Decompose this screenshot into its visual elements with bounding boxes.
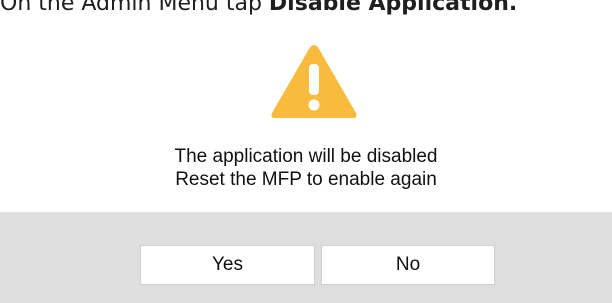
message-line-2: Reset the MFP to enable again (175, 169, 437, 190)
yes-button[interactable]: Yes (140, 245, 315, 285)
warning-triangle-icon (271, 45, 357, 118)
no-button[interactable]: No (321, 245, 495, 285)
disable-application-dialog: The application will be disabled Reset t… (0, 22, 612, 303)
instruction-prefix: On the Admin Menu tap (0, 0, 269, 16)
dialog-message: The application will be disabled Reset t… (0, 145, 612, 191)
dialog-footer: Yes No (0, 212, 612, 303)
message-line-1: The application will be disabled (174, 146, 438, 167)
instruction-bold: Disable Application. (268, 0, 518, 16)
instruction-text: On the Admin Menu tap Disable Applicatio… (0, 0, 517, 16)
